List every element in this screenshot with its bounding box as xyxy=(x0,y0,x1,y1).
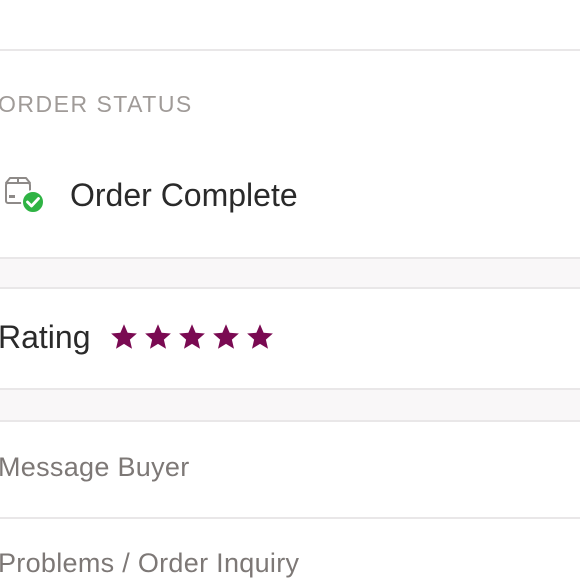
package-check-icon xyxy=(2,175,46,215)
star-rating xyxy=(109,322,275,352)
section-gap xyxy=(0,259,580,287)
divider xyxy=(0,49,580,51)
problems-order-inquiry-link[interactable]: Problems / Order Inquiry xyxy=(0,546,299,580)
divider xyxy=(0,287,580,289)
order-detail-page: ORDER STATUS Order Complete Rating Messa… xyxy=(0,0,580,580)
divider xyxy=(0,420,580,422)
divider xyxy=(0,517,580,519)
section-label-order-status: ORDER STATUS xyxy=(0,91,193,117)
message-buyer-link[interactable]: Message Buyer xyxy=(0,450,190,484)
star-icon xyxy=(246,324,273,349)
order-status-row: Order Complete xyxy=(0,172,298,218)
rating-label: Rating xyxy=(0,319,91,355)
order-status-text: Order Complete xyxy=(70,177,298,213)
star-icon xyxy=(178,324,205,349)
star-icon xyxy=(144,324,171,349)
star-icon xyxy=(110,324,137,349)
section-gap xyxy=(0,390,580,420)
star-icon xyxy=(212,324,239,349)
rating-row: Rating xyxy=(0,314,275,360)
